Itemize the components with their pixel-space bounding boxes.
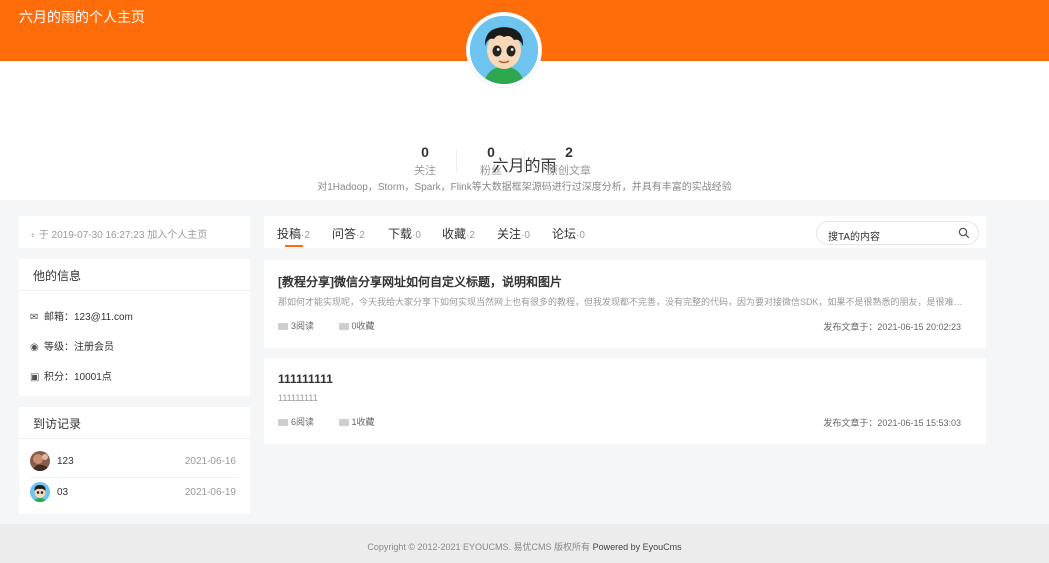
copyright-text: Copyright © 2012-2021 EYOUCMS. 易优CMS 版权所… <box>367 542 591 552</box>
visitor-name[interactable]: 123 <box>57 456 74 467</box>
stat-fans-count: 0 <box>487 144 495 160</box>
powered-by-link[interactable]: Powered by EyouCms <box>593 542 682 552</box>
tab-following[interactable]: 关注·0 <box>497 225 530 242</box>
join-date-text: 于 2019-07-30 16:27:23 加入个人主页 <box>38 230 208 241</box>
eye-icon <box>278 419 288 426</box>
search-box[interactable]: 搜TA的内容 <box>816 221 979 245</box>
mail-icon: ✉ <box>30 312 39 323</box>
info-points-text: 积分：10001点 <box>44 372 112 383</box>
visit-item[interactable]: 123 2021-06-16 <box>30 451 236 477</box>
info-email-text: 邮箱：123@11.com <box>44 312 133 323</box>
tab-label: 问答 <box>332 227 357 241</box>
user-info-panel: 他的信息 ✉ 邮箱：123@11.com ◉ 等级：注册会员 ▣ 积分：10001点 <box>19 259 250 396</box>
cartoon-boy-icon <box>30 482 50 502</box>
stat-articles[interactable]: 2 原创文章 <box>534 144 604 178</box>
user-info-header: 他的信息 <box>19 259 250 291</box>
article-reads: 6阅读 <box>278 415 314 428</box>
stat-divider <box>524 150 525 172</box>
article-title[interactable]: 111111111 <box>278 372 333 386</box>
tab-downloads[interactable]: 下载·0 <box>388 225 421 242</box>
stat-articles-label: 原创文章 <box>547 165 591 177</box>
article-reads-text: 3阅读 <box>291 321 315 331</box>
cartoon-boy-icon <box>470 16 538 84</box>
eye-icon <box>278 323 288 330</box>
stat-following-count: 0 <box>421 144 429 160</box>
article-summary: 111111111 <box>278 393 318 403</box>
article-meta: 3阅读 0收藏 <box>278 319 397 332</box>
footer-text: Copyright © 2012-2021 EYOUCMS. 易优CMS 版权所… <box>0 540 1049 553</box>
content-tabs: 投稿·2 问答·2 下载·0 收藏·2 关注·0 论坛·0 搜TA的内容 <box>264 216 986 248</box>
article-reads: 3阅读 <box>278 319 314 332</box>
tab-label: 下载 <box>388 227 413 241</box>
stat-articles-count: 2 <box>565 144 573 160</box>
tab-qa[interactable]: 问答·2 <box>332 225 365 242</box>
visit-records-panel: 到访记录 123 2021-06-16 03 2021-06-19 <box>19 407 250 514</box>
info-points: ▣ 积分：10001点 <box>30 368 112 383</box>
tab-label: 论坛 <box>552 227 577 241</box>
stat-fans-label: 粉丝 <box>480 165 502 177</box>
visit-records-title: 到访记录 <box>33 417 82 431</box>
user-bio: 对1Hadoop，Storm，Spark，Flink等大数据框架源码进行过深度分… <box>317 182 732 193</box>
visitor-avatar[interactable] <box>30 451 50 471</box>
avatar[interactable] <box>467 13 541 87</box>
person-icon: ⍖ <box>30 230 36 241</box>
visitor-avatar[interactable] <box>30 482 50 502</box>
info-email: ✉ 邮箱：123@11.com <box>30 308 133 323</box>
tab-count: ·2 <box>301 230 310 241</box>
article-meta: 6阅读 1收藏 <box>278 415 397 428</box>
visit-date: 2021-06-19 <box>184 487 236 498</box>
stat-following[interactable]: 0 关注 <box>390 144 460 178</box>
photo-avatar-icon <box>30 451 50 471</box>
profile-section: 六月的雨 对1Hadoop，Storm，Spark，Flink等大数据框架源码进… <box>0 61 1049 200</box>
profile-stats: 0 关注 0 粉丝 2 原创文章 <box>0 144 1049 178</box>
comment-icon <box>338 323 349 330</box>
article-summary: 那如何才能实现呢，今天我给大家分享下如何实现当然网上也有很多的教程，但我发现都不… <box>278 297 968 307</box>
tab-label: 投稿 <box>277 227 302 241</box>
tab-label: 关注 <box>497 227 522 241</box>
tab-count: ·2 <box>466 230 475 241</box>
visitor-name[interactable]: 03 <box>57 487 68 498</box>
user-circle-icon: ◉ <box>30 342 39 353</box>
tab-count: ·2 <box>356 230 365 241</box>
site-title: 六月的雨的个人主页 <box>19 9 145 25</box>
article-date: 发布文章于：2021-06-15 15:53:03 <box>823 418 961 428</box>
wallet-icon: ▣ <box>30 372 40 383</box>
tab-submissions[interactable]: 投稿·2 <box>277 225 310 242</box>
tab-count: ·0 <box>521 230 530 241</box>
visit-item[interactable]: 03 2021-06-19 <box>30 482 236 508</box>
tab-active-indicator <box>285 245 303 247</box>
visit-divider <box>30 477 239 478</box>
info-level-text: 等级：注册会员 <box>44 342 114 353</box>
article-favs-text: 1收藏 <box>351 417 375 427</box>
tab-count: ·0 <box>576 230 585 241</box>
info-level: ◉ 等级：注册会员 <box>30 338 114 353</box>
user-info-title: 他的信息 <box>33 269 82 283</box>
stat-following-label: 关注 <box>414 165 436 177</box>
article-favs-text: 0收藏 <box>351 321 375 331</box>
article-title[interactable]: [教程分享]微信分享网址如何自定义标题，说明和图片 <box>278 273 562 290</box>
article-card[interactable]: [教程分享]微信分享网址如何自定义标题，说明和图片 那如何才能实现呢，今天我给大… <box>264 260 986 348</box>
article-date: 发布文章于：2021-06-15 20:02:23 <box>823 322 961 332</box>
comment-icon <box>338 419 349 426</box>
join-date-panel: ⍖ 于 2019-07-30 16:27:23 加入个人主页 <box>19 216 250 248</box>
search-icon[interactable] <box>958 227 970 239</box>
article-favs: 0收藏 <box>338 319 375 332</box>
visit-date: 2021-06-16 <box>184 456 236 467</box>
visit-records-header: 到访记录 <box>19 407 250 439</box>
stat-fans[interactable]: 0 粉丝 <box>456 144 526 178</box>
article-reads-text: 6阅读 <box>291 417 315 427</box>
tab-label: 收藏 <box>442 227 467 241</box>
footer: Copyright © 2012-2021 EYOUCMS. 易优CMS 版权所… <box>0 524 1049 563</box>
tab-forum[interactable]: 论坛·0 <box>552 225 585 242</box>
article-favs: 1收藏 <box>338 415 375 428</box>
tab-count: ·0 <box>412 230 421 241</box>
tab-favorites[interactable]: 收藏·2 <box>442 225 475 242</box>
search-input[interactable]: 搜TA的内容 <box>828 228 880 243</box>
article-card[interactable]: 111111111 111111111 6阅读 1收藏 发布文章于：2021-0… <box>264 358 986 444</box>
join-date: ⍖ 于 2019-07-30 16:27:23 加入个人主页 <box>30 226 207 241</box>
